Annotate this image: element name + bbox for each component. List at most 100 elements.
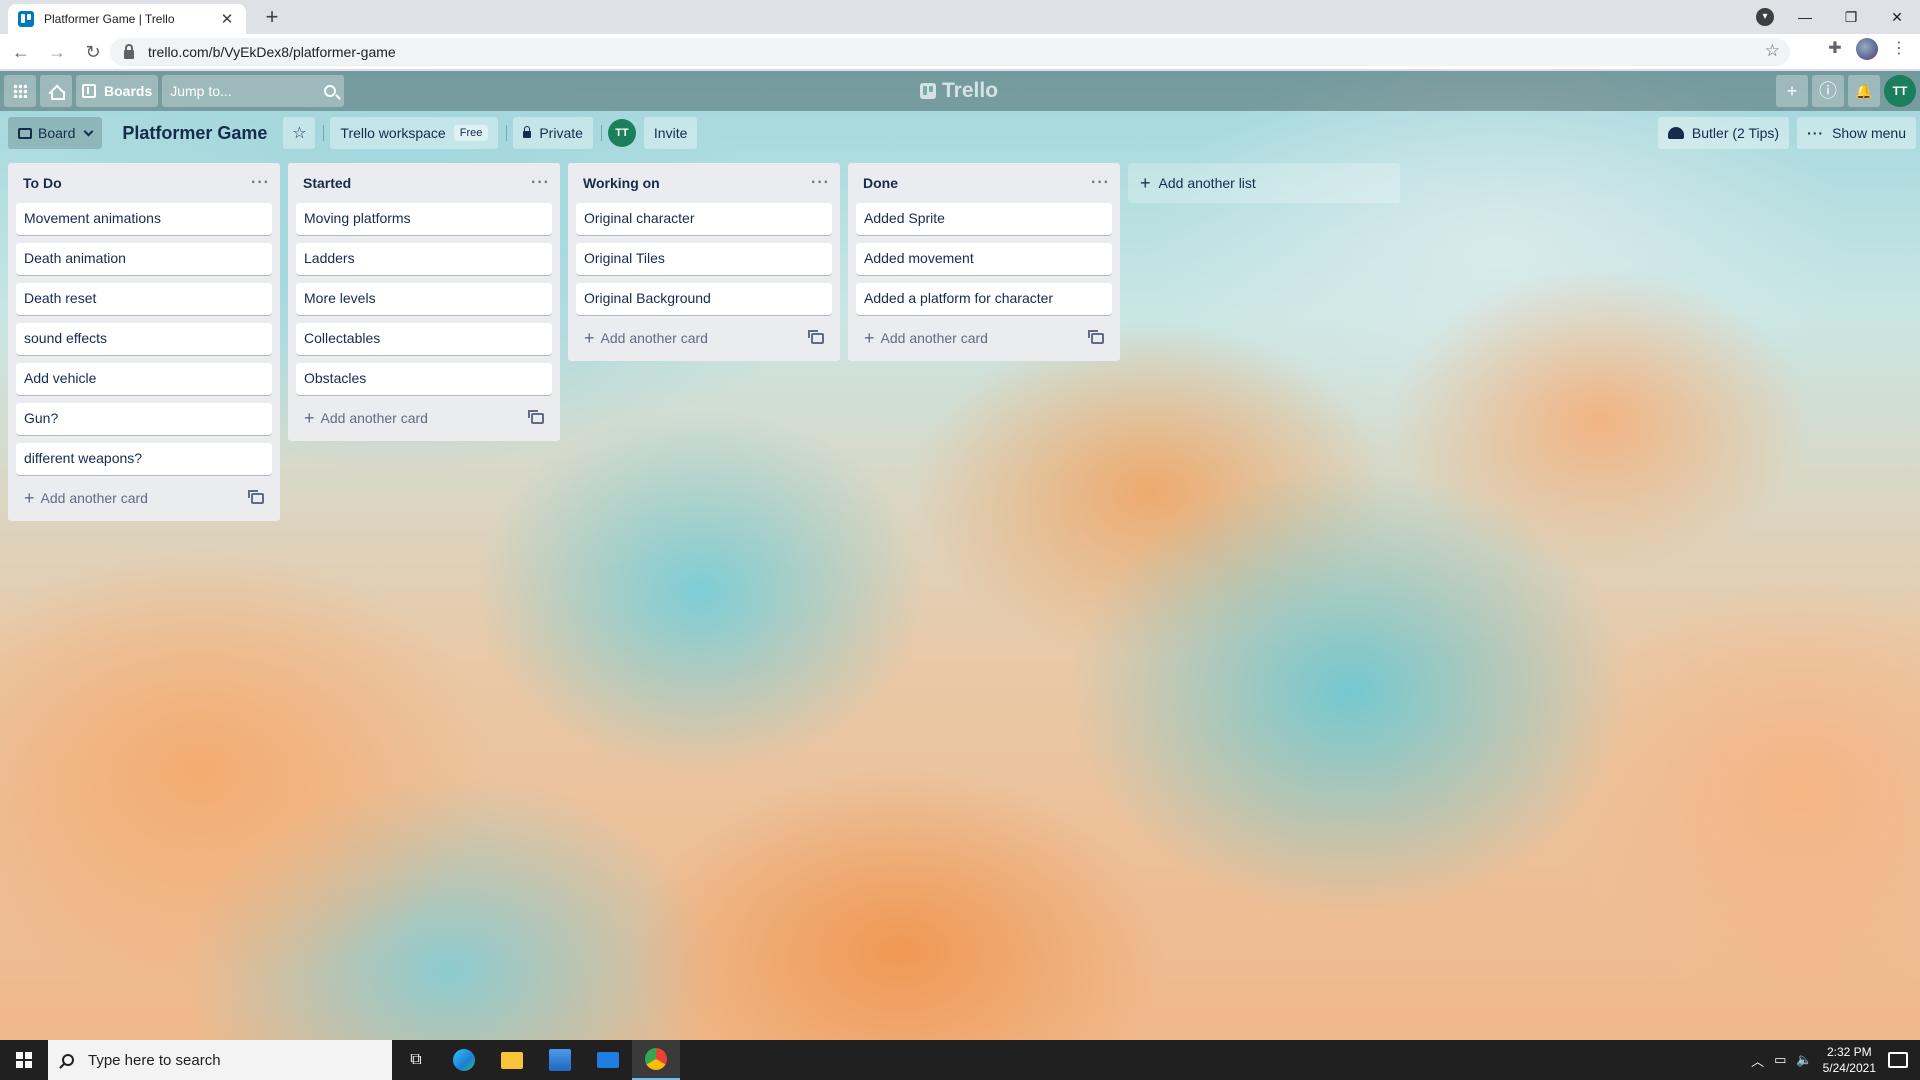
show-menu-button[interactable]: ··· Show menu <box>1797 117 1916 149</box>
file-explorer-taskbar-button[interactable] <box>488 1040 536 1080</box>
card[interactable]: Ladders <box>296 243 552 275</box>
visibility-button[interactable]: Private <box>513 117 593 149</box>
list-title[interactable]: Working on <box>583 175 811 191</box>
card[interactable]: More levels <box>296 283 552 315</box>
address-bar[interactable]: trello.com/b/VyEkDex8/platformer-game ☆ <box>110 38 1790 66</box>
close-tab-icon[interactable]: ✕ <box>218 10 236 28</box>
store-taskbar-button[interactable] <box>536 1040 584 1080</box>
add-card-label: Add another card <box>40 490 148 506</box>
card[interactable]: Gun? <box>16 403 272 435</box>
member-avatar[interactable]: TT <box>1884 75 1916 107</box>
card[interactable]: Collectables <box>296 323 552 355</box>
profile-avatar[interactable] <box>1856 38 1878 60</box>
board-member-avatar[interactable]: TT <box>607 119 636 147</box>
card[interactable]: sound effects <box>16 323 272 355</box>
card[interactable]: Add vehicle <box>16 363 272 395</box>
lock-icon[interactable] <box>124 43 134 59</box>
list-menu-icon[interactable]: ··· <box>531 174 550 192</box>
bookmark-star-icon[interactable]: ☆ <box>1765 41 1780 61</box>
network-icon[interactable]: ▭ <box>1774 1052 1786 1068</box>
add-card-button[interactable]: + Add another card <box>16 483 272 513</box>
app-switcher-button[interactable] <box>4 75 36 107</box>
card[interactable]: Original Background <box>576 283 832 315</box>
card[interactable]: Movement animations <box>16 203 272 235</box>
clock[interactable]: 2:32 PM 5/24/2021 <box>1823 1044 1876 1076</box>
card[interactable]: Added a platform for character <box>856 283 1112 315</box>
chrome-menu-icon[interactable]: ⋮ <box>1888 38 1910 60</box>
board-view-switcher[interactable]: Board <box>8 117 103 149</box>
restore-button[interactable]: ❐ <box>1828 9 1874 26</box>
list-done: Done ··· Added Sprite Added movement Add… <box>848 163 1120 361</box>
card[interactable]: Death animation <box>16 243 272 275</box>
board-title[interactable]: Platformer Game <box>110 123 279 144</box>
list-title[interactable]: Done <box>863 175 1091 191</box>
add-card-button[interactable]: + Add another card <box>576 323 832 353</box>
extensions-icon[interactable]: ✚ <box>1824 38 1846 60</box>
invite-button[interactable]: Invite <box>643 117 698 149</box>
add-card-button[interactable]: + Add another card <box>296 403 552 433</box>
list-header[interactable]: Done ··· <box>848 163 1120 203</box>
add-list-button[interactable]: + Add another list <box>1128 163 1400 203</box>
browser-actions: ✚ ⋮ <box>1824 38 1910 60</box>
back-icon[interactable]: ← <box>6 37 36 67</box>
trello-logo[interactable]: Trello <box>920 79 998 103</box>
card-template-icon[interactable] <box>248 489 264 504</box>
reload-icon[interactable]: ↻ <box>78 37 108 67</box>
url-text[interactable]: trello.com/b/VyEkDex8/platformer-game <box>148 44 396 60</box>
card[interactable]: Added movement <box>856 243 1112 275</box>
workspace-button[interactable]: Trello workspace Free <box>330 117 499 149</box>
divider <box>506 125 508 141</box>
task-view-button[interactable]: ⧉ <box>392 1040 440 1080</box>
card[interactable]: different weapons? <box>16 443 272 475</box>
browser-tab[interactable]: Platformer Game | Trello ✕ <box>8 4 246 34</box>
taskbar-search[interactable]: Type here to search <box>48 1040 392 1080</box>
jump-to-search[interactable]: Jump to... <box>162 75 345 107</box>
mail-taskbar-button[interactable] <box>584 1040 632 1080</box>
card-template-icon[interactable] <box>808 329 824 344</box>
minimize-button[interactable]: — <box>1782 9 1828 25</box>
add-card-button[interactable]: + Add another card <box>856 323 1112 353</box>
chrome-taskbar-button[interactable] <box>632 1040 680 1080</box>
list-title[interactable]: To Do <box>23 175 251 191</box>
boards-button[interactable]: Boards <box>76 75 159 107</box>
list-header[interactable]: Started ··· <box>288 163 560 203</box>
more-dots-icon: ··· <box>1807 125 1825 141</box>
card[interactable]: Death reset <box>16 283 272 315</box>
create-button[interactable]: + <box>1776 75 1808 107</box>
list-menu-icon[interactable]: ··· <box>811 174 830 192</box>
list-title[interactable]: Started <box>303 175 531 191</box>
notifications-bell-icon[interactable]: 🔔 <box>1848 75 1880 107</box>
tab-search-icon[interactable]: ▾ <box>1756 8 1774 26</box>
folder-icon <box>501 1051 523 1069</box>
chevron-down-icon <box>83 126 94 136</box>
new-tab-button[interactable]: + <box>258 4 286 30</box>
workspace-label: Trello workspace <box>340 125 446 141</box>
chevron-up-icon[interactable]: ︿ <box>1751 1051 1764 1070</box>
info-button[interactable]: ⓘ <box>1812 75 1844 107</box>
card[interactable]: Added Sprite <box>856 203 1112 235</box>
tab-title: Platformer Game | Trello <box>44 12 175 26</box>
card[interactable]: Moving platforms <box>296 203 552 235</box>
volume-icon[interactable]: 🔈 <box>1796 1052 1812 1068</box>
star-board-button[interactable]: ☆ <box>283 117 316 149</box>
card[interactable]: Obstacles <box>296 363 552 395</box>
list-header[interactable]: To Do ··· <box>8 163 280 203</box>
list-header[interactable]: Working on ··· <box>568 163 840 203</box>
add-card-label: Add another card <box>880 330 988 346</box>
list-menu-icon[interactable]: ··· <box>1091 174 1110 192</box>
add-list-label: Add another list <box>1158 175 1256 191</box>
start-button[interactable] <box>0 1040 48 1080</box>
card-template-icon[interactable] <box>1088 329 1104 344</box>
forward-icon[interactable]: → <box>42 37 72 67</box>
card[interactable]: Original character <box>576 203 832 235</box>
edge-taskbar-button[interactable] <box>440 1040 488 1080</box>
close-window-button[interactable]: ✕ <box>1874 9 1920 26</box>
list-menu-icon[interactable]: ··· <box>251 174 270 192</box>
browser-toolbar: ← → ↻ trello.com/b/VyEkDex8/platformer-g… <box>0 34 1920 70</box>
home-button[interactable] <box>40 75 72 107</box>
card[interactable]: Original Tiles <box>576 243 832 275</box>
notification-center-icon[interactable] <box>1888 1052 1908 1068</box>
card-template-icon[interactable] <box>528 409 544 424</box>
search-icon <box>324 85 337 97</box>
butler-button[interactable]: Butler (2 Tips) <box>1657 117 1790 149</box>
